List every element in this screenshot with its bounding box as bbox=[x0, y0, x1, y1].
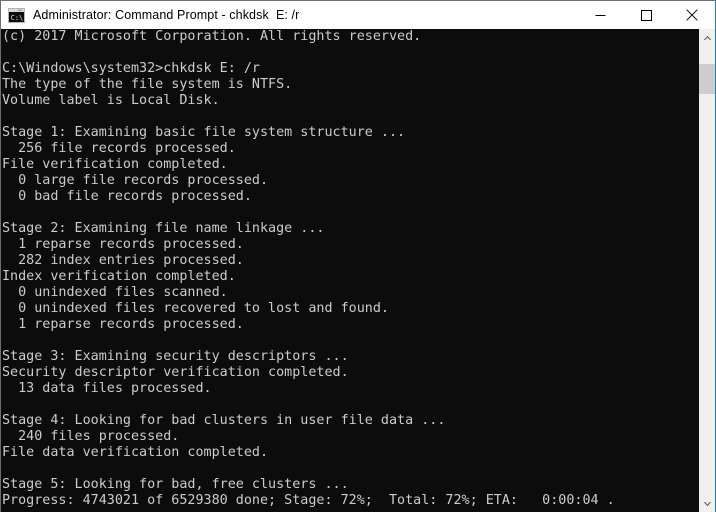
console-line: 1 reparse records processed. bbox=[2, 237, 244, 252]
console-area: (c) 2017 Microsoft Corporation. All righ… bbox=[1, 29, 715, 512]
command-prompt-window: C:\ Administrator: Command Prompt - chkd… bbox=[0, 0, 716, 512]
console-line: 1 reparse records processed. bbox=[2, 317, 244, 332]
console-line: Stage 3: Examining security descriptors … bbox=[2, 349, 349, 364]
scroll-up-icon[interactable] bbox=[699, 29, 715, 46]
console-line: Security descriptor verification complet… bbox=[2, 365, 349, 380]
console-line: Stage 5: Looking for bad, free clusters … bbox=[2, 477, 349, 492]
scrollbar-track[interactable] bbox=[699, 46, 715, 495]
console-line: Progress: 4743021 of 6529380 done; Stage… bbox=[2, 493, 615, 508]
console-line: Stage 4: Looking for bad clusters in use… bbox=[2, 413, 446, 428]
console-line: 0 bad file records processed. bbox=[2, 189, 252, 204]
cmd-console-icon: C:\ bbox=[8, 7, 25, 23]
maximize-button[interactable] bbox=[623, 1, 669, 29]
console-output[interactable]: (c) 2017 Microsoft Corporation. All righ… bbox=[1, 29, 698, 512]
close-button[interactable] bbox=[669, 1, 715, 29]
console-line: Volume label is Local Disk. bbox=[2, 93, 220, 108]
console-line: Index verification completed. bbox=[2, 269, 236, 284]
console-line: 0 large file records processed. bbox=[2, 173, 269, 188]
console-line: 240 files processed. bbox=[2, 429, 180, 444]
scrollbar-thumb[interactable] bbox=[699, 64, 715, 94]
window-title: Administrator: Command Prompt - chkdsk E… bbox=[33, 8, 300, 22]
console-line: Stage 2: Examining file name linkage ... bbox=[2, 221, 325, 236]
console-line: File verification completed. bbox=[2, 157, 228, 172]
console-scrollbar[interactable] bbox=[698, 29, 715, 512]
svg-text:C:\: C:\ bbox=[11, 14, 24, 22]
console-line: 256 file records processed. bbox=[2, 141, 236, 156]
title-bar[interactable]: C:\ Administrator: Command Prompt - chkd… bbox=[1, 1, 715, 29]
console-line: 13 data files processed. bbox=[2, 381, 212, 396]
console-line: 0 unindexed files recovered to lost and … bbox=[2, 301, 389, 316]
window-controls bbox=[577, 1, 715, 29]
console-line: 0 unindexed files scanned. bbox=[2, 285, 228, 300]
console-line: C:\Windows\system32>chkdsk E: /r bbox=[2, 61, 260, 76]
minimize-button[interactable] bbox=[577, 1, 623, 29]
console-line: File data verification completed. bbox=[2, 445, 269, 460]
console-line: The type of the file system is NTFS. bbox=[2, 77, 293, 92]
console-line: 282 index entries processed. bbox=[2, 253, 244, 268]
console-line: Stage 1: Examining basic file system str… bbox=[2, 125, 406, 140]
console-line: (c) 2017 Microsoft Corporation. All righ… bbox=[2, 29, 422, 44]
scroll-down-icon[interactable] bbox=[699, 495, 715, 512]
